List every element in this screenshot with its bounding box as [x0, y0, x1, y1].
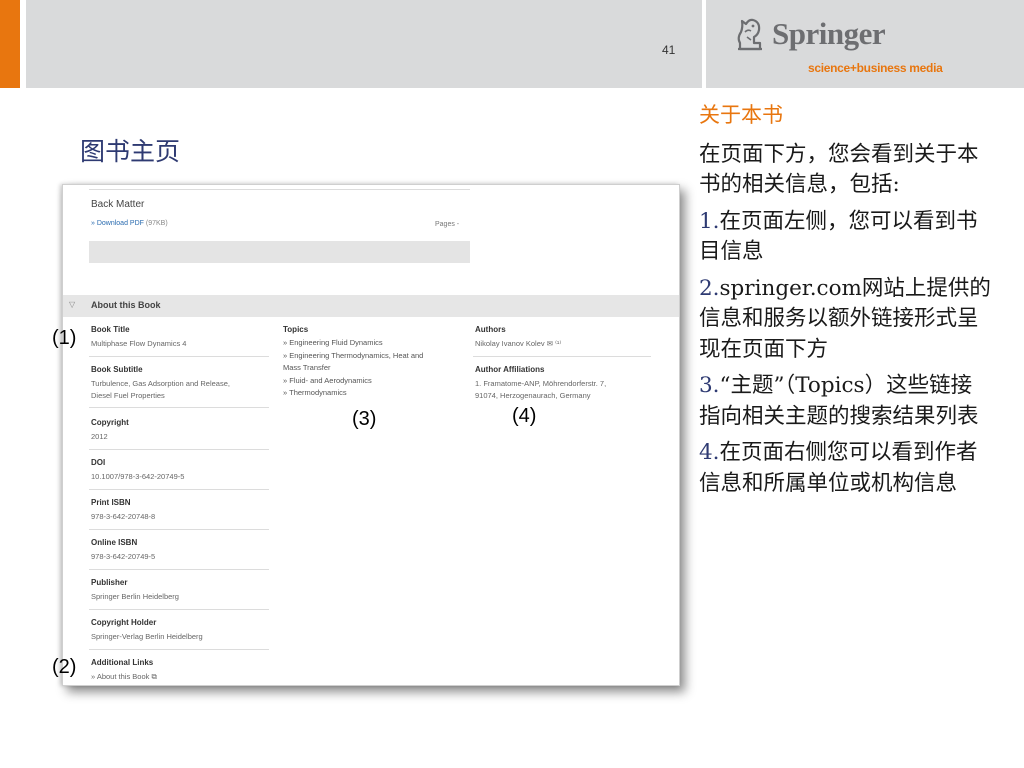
item-text: springer.com网站上提供的信息和服务以额外链接形式呈现在页面下方 [699, 275, 991, 362]
marker-2: (2) [52, 656, 77, 678]
topic-link[interactable]: » Engineering Thermodynamics, Heat and [283, 350, 423, 363]
print-isbn-label: Print ISBN [91, 498, 131, 507]
author-affiliation-value: 1. Framatome-ANP, Möhrendorferstr. 7, [475, 379, 607, 388]
about-book-heading: 关于本书 [699, 103, 783, 127]
list-item: 4.在页面右侧您可以看到作者信息和所属单位或机构信息 [699, 438, 991, 499]
online-isbn-value: 978-3-642-20749-5 [91, 552, 156, 561]
divider [89, 649, 269, 650]
marker-3: (3) [352, 408, 377, 430]
item-text: “主题”（Topics）这些链接指向相关主题的搜索结果列表 [699, 373, 979, 429]
divider [89, 407, 269, 408]
topic-link[interactable]: » Engineering Fluid Dynamics [283, 337, 383, 350]
springer-logo-text: Springer [772, 16, 886, 51]
copyright-value: 2012 [91, 432, 108, 441]
page-number: 41 [662, 43, 676, 57]
springer-tagline: science+business media [808, 61, 943, 75]
item-number: 2. [699, 275, 720, 301]
list-item: 3.“主题”（Topics）这些链接指向相关主题的搜索结果列表 [699, 371, 991, 432]
print-isbn-value: 978-3-642-20748-8 [91, 512, 156, 521]
about-this-book-link[interactable]: » About this Book ⧉ [91, 671, 157, 683]
collapse-arrow-icon[interactable]: ▽ [69, 300, 75, 309]
author-affiliations-label: Author Affiliations [475, 365, 545, 374]
book-subtitle-label: Book Subtitle [91, 365, 143, 374]
divider [89, 356, 269, 357]
divider [89, 449, 269, 450]
list-item: 1.在页面左侧，您可以看到书目信息 [699, 207, 991, 268]
about-this-book-title: About this Book [91, 300, 161, 310]
book-title-label: Book Title [91, 325, 130, 334]
book-subtitle-value: Diesel Fuel Properties [91, 391, 165, 400]
item-text: 在页面左侧，您可以看到书目信息 [699, 208, 978, 265]
back-matter-pages: Pages - [435, 221, 460, 228]
book-page-screenshot: Back Matter » Download PDF (97KB) Pages … [62, 184, 680, 686]
download-pdf-size: (97KB) [145, 220, 168, 227]
item-number: 3. [699, 373, 720, 398]
book-title-value: Multiphase Flow Dynamics 4 [91, 339, 187, 348]
back-matter-title: Back Matter [91, 199, 145, 210]
description-panel: 关于本书 在页面下方，您会看到关于本书的相关信息，包括: 1.在页面左侧，您可以… [699, 100, 991, 505]
intro-paragraph: 在页面下方，您会看到关于本书的相关信息，包括: [699, 141, 979, 198]
item-text: 在页面右侧您可以看到作者信息和所属单位或机构信息 [699, 440, 978, 496]
item-number: 1. [699, 208, 720, 234]
divider [89, 489, 269, 490]
author-name[interactable]: Nikolay Ivanov Kolev ✉ ⁽¹⁾ [475, 338, 561, 350]
header-band [26, 0, 702, 88]
book-subtitle-value: Turbulence, Gas Adsorption and Release, [91, 379, 230, 388]
additional-links-label: Additional Links [91, 658, 154, 667]
marker-1: (1) [52, 327, 77, 349]
online-isbn-label: Online ISBN [91, 538, 138, 547]
copyright-holder-label: Copyright Holder [91, 618, 157, 627]
publisher-label: Publisher [91, 578, 128, 587]
divider [89, 529, 269, 530]
item-number: 4. [699, 440, 720, 465]
topic-link[interactable]: » Thermodynamics [283, 387, 347, 400]
springer-horse-icon [737, 18, 762, 51]
divider [89, 569, 269, 570]
download-pdf-link[interactable]: » Download PDF (97KB) [91, 220, 168, 227]
authors-label: Authors [475, 325, 506, 334]
about-this-book-header[interactable]: ▽ About this Book [63, 295, 679, 317]
topic-link-continued[interactable]: Mass Transfer [283, 362, 331, 375]
author-affiliation-value: 91074, Herzogenaurach, Germany [475, 391, 591, 400]
divider [89, 189, 470, 190]
list-item: 2.springer.com网站上提供的信息和服务以额外链接形式呈现在页面下方 [699, 274, 991, 366]
topics-label: Topics [283, 325, 309, 334]
doi-value: 10.1007/978-3-642-20749-5 [91, 472, 185, 481]
copyright-holder-value: Springer-Verlag Berlin Heidelberg [91, 632, 203, 641]
slide-title: 图书主页 [80, 137, 181, 166]
publisher-value: Springer Berlin Heidelberg [91, 592, 179, 601]
download-pdf-label[interactable]: » Download PDF [91, 220, 144, 227]
doi-label: DOI [91, 458, 106, 467]
back-matter-bar [89, 241, 470, 263]
marker-4: (4) [512, 405, 537, 427]
divider [473, 356, 651, 357]
topic-link[interactable]: » Fluid- and Aerodynamics [283, 375, 372, 388]
orange-accent-strip [0, 0, 20, 88]
copyright-label: Copyright [91, 418, 129, 427]
divider [89, 609, 269, 610]
